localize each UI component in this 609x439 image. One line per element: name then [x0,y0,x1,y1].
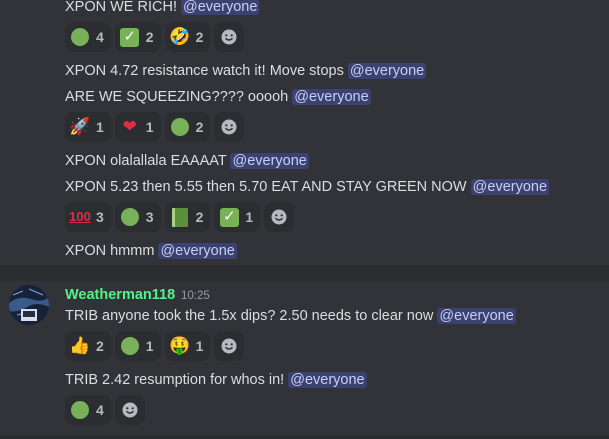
mention-everyone[interactable]: @everyone [292,89,371,105]
money-mouth-icon: 🤑 [169,336,191,355]
reaction-count: 2 [145,29,154,45]
message-text: XPON 5.23 then 5.55 then 5.70 EAT AND ST… [65,177,550,197]
reaction-green-circle[interactable]: 4 [65,22,111,52]
message-body: XPON 5.23 then 5.55 then 5.70 EAT AND ST… [65,179,471,195]
reaction-count: 3 [96,209,104,225]
reaction-bar: 4 [65,395,145,425]
hundred-points-icon: 100 [69,209,91,224]
reaction-count: 1 [145,338,154,354]
message-text: XPON 4.72 resistance watch it! Move stop… [65,61,427,81]
reaction-bar: 🚀 1 ❤ 1 2 [65,112,245,142]
message-body: TRIB anyone took the 1.5x dips? 2.50 nee… [65,308,438,324]
reaction-count: 1 [96,119,104,135]
reaction-bar: 4 ✓ 2 🤣 2 [65,22,245,52]
add-reaction-button[interactable] [214,112,245,142]
mention-everyone[interactable]: @everyone [437,308,516,324]
thumbs-up-icon: 👍 [69,336,91,355]
reaction-count: 1 [195,338,204,354]
mention-everyone[interactable]: @everyone [181,0,260,15]
reaction-green-circle[interactable]: 3 [114,202,161,232]
message-timestamp: 10:25 [181,290,210,302]
reaction-count: 2 [96,338,104,354]
green-circle-icon [70,400,90,420]
reaction-green-circle[interactable]: 1 [114,331,161,361]
reaction-green-circle[interactable]: 2 [164,112,211,142]
add-reaction-button[interactable] [214,22,245,52]
add-reaction-button[interactable] [114,395,145,425]
mention-everyone[interactable]: @everyone [470,179,550,195]
reaction-count: 2 [195,209,204,225]
add-reaction-icon [122,402,138,418]
green-book-icon [170,207,190,227]
message-text: XPON WE RICH! @everyone [65,0,260,17]
message-text: ARE WE SQUEEZING???? ooooh @everyone [65,87,371,107]
reaction-count: 1 [145,119,154,135]
check-mark-icon: ✓ [219,207,239,227]
mention-everyone[interactable]: @everyone [158,243,237,259]
green-circle-icon [120,207,140,227]
reaction-bar: 100 3 3 2 ✓ 1 [65,202,295,232]
add-reaction-icon [271,209,287,225]
message-body: XPON 4.72 resistance watch it! Move stop… [65,63,348,79]
mention-everyone[interactable]: @everyone [347,63,427,79]
add-reaction-icon [221,119,237,135]
mention-everyone[interactable]: @everyone [230,153,309,169]
reaction-count: 3 [145,209,154,225]
check-mark-icon: ✓ [120,27,140,47]
message-text: XPON olalallala EAAAAT @everyone [65,151,309,171]
message-text: TRIB anyone took the 1.5x dips? 2.50 nee… [65,306,516,326]
reaction-count: 4 [96,29,104,45]
message-text: TRIB 2.42 resumption for whos in! @every… [65,370,367,390]
reaction-green-circle[interactable]: 4 [65,395,111,425]
avatar-image [9,285,49,325]
message-body: XPON hmmm [65,243,159,259]
reaction-heart[interactable]: ❤ 1 [114,112,161,142]
mention-everyone[interactable]: @everyone [288,372,367,388]
add-reaction-icon [221,338,237,354]
green-circle-icon [120,336,140,356]
reaction-hundred[interactable]: 100 3 [65,202,111,232]
avatar[interactable] [9,285,49,325]
heart-icon: ❤ [122,117,137,136]
reaction-money-mouth[interactable]: 🤑 1 [164,331,211,361]
rocket-icon: 🚀 [69,117,91,136]
message-text: XPON hmmm @everyone [65,241,237,261]
reaction-green-book[interactable]: 2 [164,202,211,232]
message-body: TRIB 2.42 resumption for whos in! [65,372,289,388]
reaction-thumbs-up[interactable]: 👍 2 [65,331,111,361]
green-circle-icon [70,27,90,47]
green-circle-icon [170,117,190,137]
rofl-icon: 🤣 [169,27,191,46]
author-username[interactable]: Weatherman118 [65,285,175,305]
add-reaction-icon [221,29,237,45]
add-reaction-button[interactable] [214,331,245,361]
reaction-bar: 👍 2 1 🤑 1 [65,331,245,361]
message-body: XPON WE RICH! [65,0,182,15]
reaction-count: 2 [195,119,204,135]
reaction-count: 4 [96,402,104,418]
reaction-count: 1 [245,209,254,225]
message-body: ARE WE SQUEEZING???? ooooh [65,89,293,105]
add-reaction-button[interactable] [264,202,295,232]
message-group-divider [0,265,609,281]
reaction-check-mark[interactable]: ✓ 2 [114,22,161,52]
reaction-rofl[interactable]: 🤣 2 [164,22,211,52]
reaction-check-mark[interactable]: ✓ 1 [214,202,261,232]
reaction-count: 2 [195,29,204,45]
message-body: XPON olalallala EAAAAT [65,153,231,169]
message-group-divider [0,435,609,439]
reaction-rocket[interactable]: 🚀 1 [65,112,111,142]
